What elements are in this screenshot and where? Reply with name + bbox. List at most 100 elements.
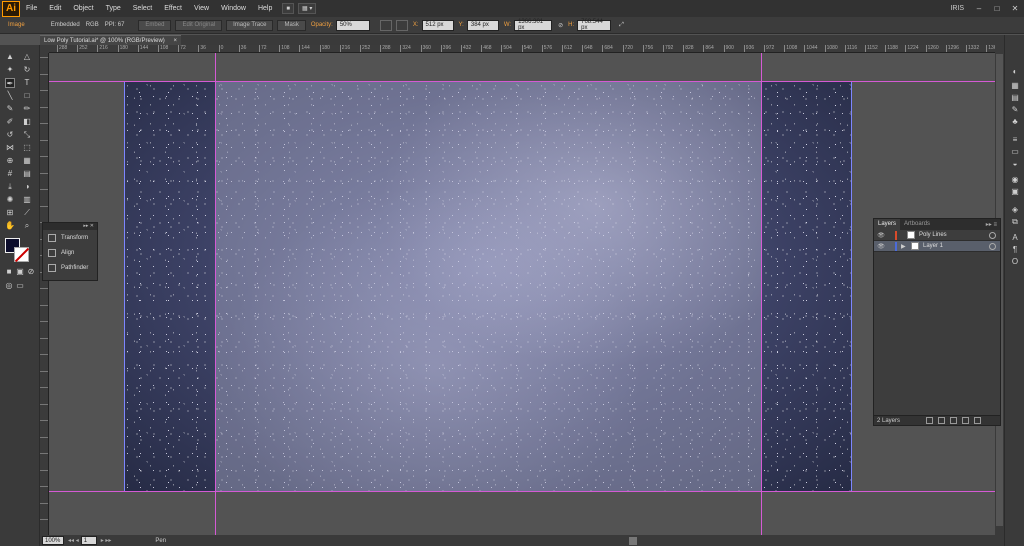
rectangle-tool-icon[interactable]: □	[22, 91, 32, 101]
opentype-panel-icon[interactable]: O	[1010, 257, 1020, 266]
close-button[interactable]: ✕	[1006, 4, 1024, 13]
blend-tool-icon[interactable]: ◑	[22, 182, 32, 192]
lasso-tool-icon[interactable]: ↻	[22, 65, 32, 75]
free-transform-tool-icon[interactable]: ⬚	[22, 143, 32, 153]
color-guide-icon[interactable]: ▦	[1010, 81, 1020, 90]
bridge-button[interactable]: ■	[282, 3, 294, 14]
menu-select[interactable]: Select	[127, 5, 158, 12]
expand-triangle-icon[interactable]: ▶	[901, 243, 907, 250]
graphic-styles-icon[interactable]: ▣	[1010, 187, 1020, 196]
document-tab[interactable]: Low Poly Tutorial.ai* @ 100% (RGB/Previe…	[40, 35, 181, 45]
artboard-nav-icon[interactable]: ◂◂ ◂	[68, 537, 79, 544]
transform-panel-button[interactable]: Transform	[43, 230, 97, 245]
screen-mode-icon[interactable]: ▭	[15, 281, 25, 291]
pencil-tool-icon[interactable]: ✏	[22, 104, 32, 114]
y-field[interactable]: 384 px	[466, 19, 499, 31]
panel-menu-icon[interactable]: ▸▸ ≡	[986, 221, 997, 228]
panel-header[interactable]: ▸▸ ✕	[43, 223, 97, 230]
appearance-panel-icon[interactable]: ◉	[1010, 175, 1020, 184]
visibility-eye-icon[interactable]: 👁	[877, 232, 885, 239]
layer-target-icon[interactable]	[989, 231, 996, 239]
x-field[interactable]: 512 px	[421, 19, 454, 31]
artboard-next-icon[interactable]: ▸ ▸▸	[101, 537, 112, 544]
menu-view[interactable]: View	[188, 5, 215, 12]
pathfinder-panel-button[interactable]: Pathfinder	[43, 260, 97, 275]
shape-builder-tool-icon[interactable]: ⊕	[5, 156, 15, 166]
menu-object[interactable]: Object	[67, 5, 99, 12]
menu-file[interactable]: File	[20, 5, 43, 12]
align-panel-button[interactable]: Align	[43, 245, 97, 260]
draw-mode-icon[interactable]: ◎	[4, 281, 14, 291]
paragraph-panel-icon[interactable]: ¶	[1010, 245, 1020, 254]
eraser-tool-icon[interactable]: ◧	[22, 117, 32, 127]
width-field[interactable]: 1366.301 px	[514, 19, 553, 31]
maximize-button[interactable]: □	[988, 4, 1006, 13]
swatches-panel-icon[interactable]: ▤	[1010, 93, 1020, 102]
artboard-tool-icon[interactable]: ⊞	[5, 208, 15, 218]
locate-object-icon[interactable]	[926, 417, 934, 424]
image-trace-button[interactable]: Image Trace	[226, 19, 274, 31]
zoom-tool-icon[interactable]: ⌕	[22, 221, 32, 231]
gradient-mode-icon[interactable]: ▣	[15, 267, 25, 277]
menu-effect[interactable]: Effect	[158, 5, 188, 12]
layer-row-poly-lines[interactable]: 👁 Poly Lines	[874, 230, 1000, 241]
guide-left[interactable]	[215, 53, 216, 535]
layer-row-layer-1[interactable]: 👁 ▶ Layer 1	[874, 241, 1000, 252]
workspace-switcher[interactable]: IRIS	[950, 5, 964, 12]
horizontal-ruler[interactable]: 288 252 216 180 144 108 72 36 0 36 72 108 144 180 216 2…	[49, 45, 995, 53]
visibility-eye-icon[interactable]: 👁	[877, 243, 885, 250]
menu-window[interactable]: Window	[215, 5, 252, 12]
menu-type[interactable]: Type	[100, 5, 127, 12]
scale-tool-icon[interactable]: ⤡	[22, 130, 32, 140]
new-sublayer-icon[interactable]	[950, 417, 958, 424]
eyedropper-tool-icon[interactable]: ⤓	[5, 182, 15, 192]
zoom-field[interactable]: 100%	[42, 536, 64, 545]
new-layer-icon[interactable]	[962, 417, 970, 424]
none-mode-icon[interactable]: ⊘	[26, 267, 36, 277]
document-close-icon[interactable]: ×	[173, 38, 177, 44]
delete-layer-icon[interactable]	[974, 417, 982, 424]
menu-help[interactable]: Help	[252, 5, 278, 12]
opacity-field[interactable]: 50%	[335, 19, 370, 31]
edit-original-button[interactable]: Edit Original	[175, 19, 223, 31]
horizontal-scroll-thumb[interactable]	[629, 537, 637, 545]
rotate-tool-icon[interactable]: ↺	[5, 130, 15, 140]
layer-target-icon[interactable]	[989, 242, 996, 250]
mesh-tool-icon[interactable]: #	[5, 169, 15, 179]
arrange-documents-button[interactable]: ▦ ▾	[298, 3, 317, 14]
transform-icon[interactable]: ⤢	[619, 22, 624, 29]
reference-point-icon[interactable]	[395, 19, 408, 31]
gradient-panel-icon[interactable]: ▭	[1010, 147, 1020, 156]
color-mode-icon[interactable]: ■	[4, 267, 14, 277]
stroke-color-swatch[interactable]	[14, 247, 29, 262]
paintbrush-tool-icon[interactable]: ✎	[5, 104, 15, 114]
canvas[interactable]	[49, 53, 995, 535]
menu-edit[interactable]: Edit	[43, 5, 67, 12]
pen-tool-icon[interactable]: ✒	[5, 78, 15, 88]
brushes-panel-icon[interactable]: ✎	[1010, 105, 1020, 114]
guide-right[interactable]	[761, 53, 762, 535]
character-panel-icon[interactable]: A	[1010, 233, 1020, 242]
line-tool-icon[interactable]: ╲	[5, 91, 15, 101]
color-panel-icon[interactable]: ◐	[1010, 67, 1020, 76]
constrain-link-icon[interactable]: ⊘	[558, 22, 563, 29]
tab-artboards[interactable]: Artboards	[900, 219, 934, 230]
stroke-panel-icon[interactable]: ≡	[1010, 135, 1020, 144]
align-icon[interactable]	[379, 19, 392, 31]
tab-layers[interactable]: Layers	[874, 219, 901, 230]
slice-tool-icon[interactable]: ⟋	[22, 208, 32, 218]
type-tool-icon[interactable]: T	[22, 78, 32, 88]
blob-brush-tool-icon[interactable]: ✐	[5, 117, 15, 127]
artboards-panel-icon[interactable]: ⧉	[1010, 217, 1020, 226]
artboard[interactable]	[215, 81, 761, 492]
gradient-tool-icon[interactable]: ▤	[22, 169, 32, 179]
transparency-panel-icon[interactable]: ◒	[1010, 159, 1020, 168]
width-tool-icon[interactable]: ⋈	[5, 143, 15, 153]
hand-tool-icon[interactable]: ✋	[5, 221, 15, 231]
guide-bottom[interactable]	[49, 491, 995, 492]
magic-wand-tool-icon[interactable]: ✦	[5, 65, 15, 75]
layer-name[interactable]: Poly Lines	[919, 232, 947, 238]
layer-name[interactable]: Layer 1	[923, 243, 943, 249]
make-clipping-mask-icon[interactable]	[938, 417, 946, 424]
selection-tool-icon[interactable]: ▲	[5, 52, 15, 62]
